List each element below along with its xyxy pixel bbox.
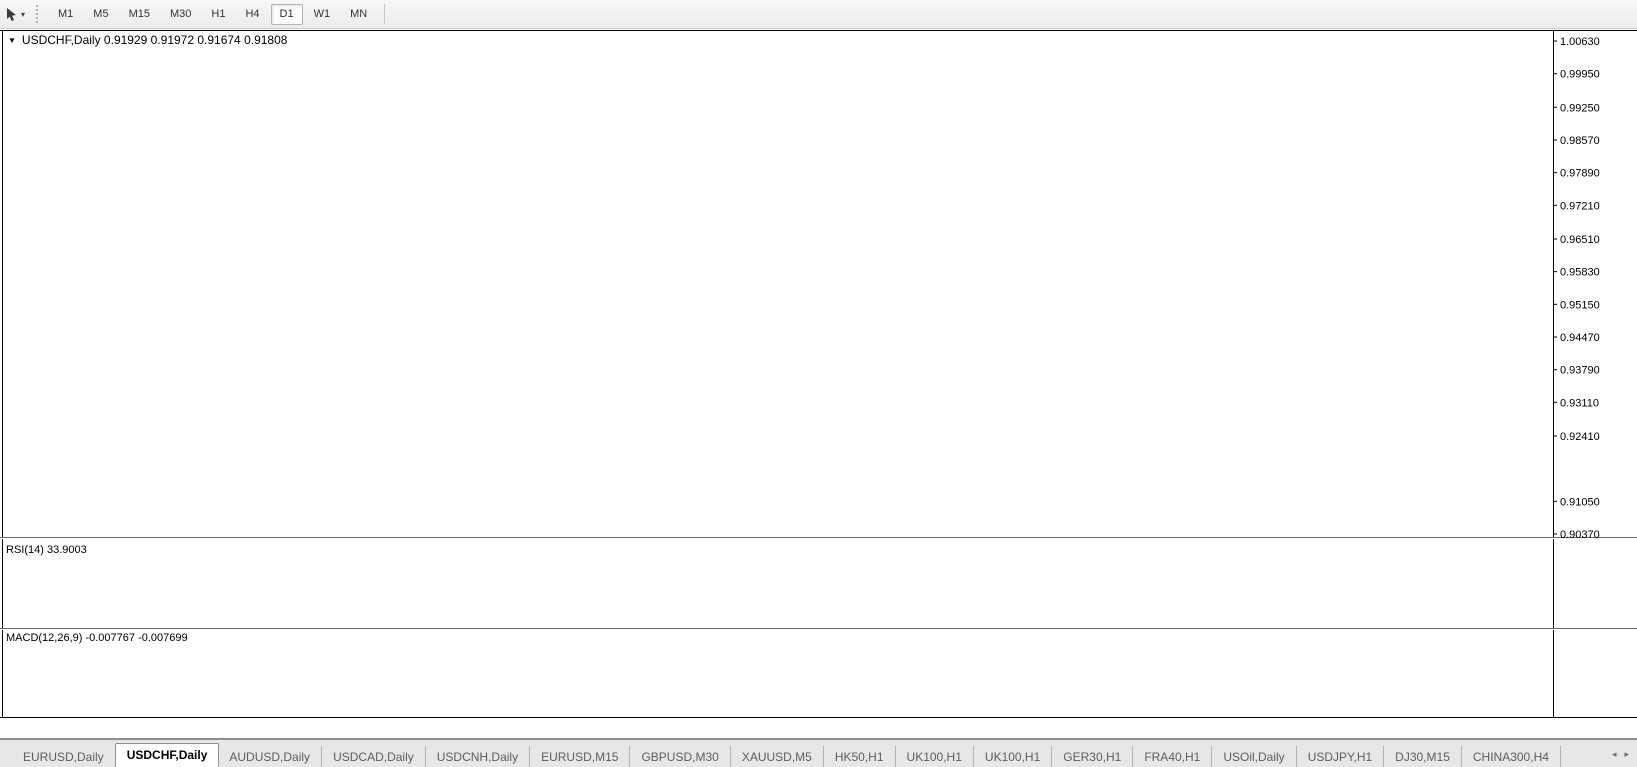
chart-tab-bar: EURUSD,Daily USDCHF,Daily AUDUSD,Daily USDC… [0, 738, 1637, 767]
price-axis-label: 0.95830 [1560, 267, 1600, 279]
top-toolbar: ▾ M1 M5 M15 M30 H1 H4 D1 W1 MN [0, 0, 1637, 29]
timeframe-button-m15[interactable]: M15 [120, 4, 159, 25]
chart-tab[interactable]: GBPUSD,M30 [630, 746, 731, 767]
price-axis-label: 0.96510 [1560, 234, 1600, 246]
chart-tab[interactable]: USDJPY,H1 [1297, 746, 1385, 767]
timeframe-button-h4[interactable]: H4 [236, 4, 268, 25]
chart-tab[interactable]: USDCAD,Daily [322, 746, 426, 767]
chart-title-text: USDCHF,Daily 0.91929 0.91972 0.91674 0.9… [21, 33, 288, 47]
chart-tab[interactable]: DJ30,M15 [1384, 746, 1462, 767]
price-axis-label: 0.99950 [1560, 69, 1600, 81]
chart-tab[interactable]: EURUSD,M15 [530, 746, 631, 767]
toolbar-grip [36, 5, 40, 23]
timeframe-button-d1[interactable]: D1 [270, 3, 303, 25]
price-axis-label: 1.00630 [1560, 36, 1600, 48]
tab-scroll-right-icon[interactable]: ▸ [1624, 749, 1629, 760]
price-axis-label: 0.92410 [1560, 431, 1600, 443]
chart-tab[interactable]: AUDUSD,Daily [218, 746, 323, 767]
timeframe-button-m30[interactable]: M30 [161, 4, 200, 25]
price-axis-label: 0.98570 [1560, 135, 1600, 147]
chart-tab[interactable]: USOil,Daily [1212, 746, 1297, 767]
chart-tab[interactable]: USDCNH,Daily [426, 746, 531, 767]
tab-scroll-left-icon[interactable]: ◂ [1612, 749, 1617, 760]
chart-canvas: 1.00630 0.99950 0.99250 0.98570 0.97890 0.972… [0, 30, 1637, 718]
timeframe-button-m5[interactable]: M5 [84, 4, 117, 25]
chart-tab[interactable]: HK50,H1 [824, 746, 896, 767]
chart-tab[interactable]: UK100,H1 [974, 746, 1053, 767]
cursor-pointer-icon[interactable] [4, 6, 19, 22]
price-axis-label: 0.97210 [1560, 200, 1600, 212]
timeframe-button-h1[interactable]: H1 [202, 4, 234, 25]
price-axis-label: 0.94470 [1560, 332, 1600, 344]
cursor-tool-dropdown-icon[interactable]: ▾ [21, 10, 25, 19]
price-axis-label: 0.90370 [1560, 529, 1600, 541]
macd-indicator-label: MACD(12,26,9) -0.007767 -0.007699 [6, 632, 188, 644]
price-axis-label: 0.97890 [1560, 168, 1600, 180]
timeframe-button-m1[interactable]: M1 [49, 4, 82, 25]
chart-tab[interactable]: EURUSD,Daily [12, 746, 116, 767]
chart-tab[interactable]: FRA40,H1 [1133, 746, 1213, 767]
price-axis-label: 0.93790 [1560, 365, 1600, 377]
toolbar-separator [384, 4, 386, 24]
timeframe-button-mn[interactable]: MN [341, 4, 376, 25]
chart-tab[interactable]: GER30,H1 [1052, 746, 1134, 767]
chart-tab[interactable]: UK100,H1 [896, 746, 974, 767]
chart-tab[interactable]: CHINA300,H4 [1462, 746, 1561, 767]
chart-menu-icon[interactable]: ▼ [8, 36, 16, 45]
price-axis-label: 0.93110 [1560, 397, 1599, 409]
timeframe-button-group: M1 M5 M15 M30 H1 H4 D1 W1 MN [48, 3, 377, 25]
chart-tab-active[interactable]: USDCHF,Daily [114, 743, 220, 767]
price-axis-label: 0.91050 [1560, 496, 1600, 508]
timeframe-button-w1[interactable]: W1 [305, 4, 340, 25]
price-axis-label: 0.99250 [1560, 102, 1600, 114]
chart-tab[interactable]: XAUUSD,M5 [731, 746, 824, 767]
cursor-pointer-icon-glyph [7, 7, 16, 21]
price-axis-label: 0.95150 [1560, 299, 1600, 311]
rsi-indicator-label: RSI(14) 33.9003 [6, 544, 87, 556]
chart-title-bar: ▼ USDCHF,Daily 0.91929 0.91972 0.91674 0… [8, 33, 287, 47]
tab-scroll-arrows: ◂ ▸ [1612, 749, 1629, 760]
